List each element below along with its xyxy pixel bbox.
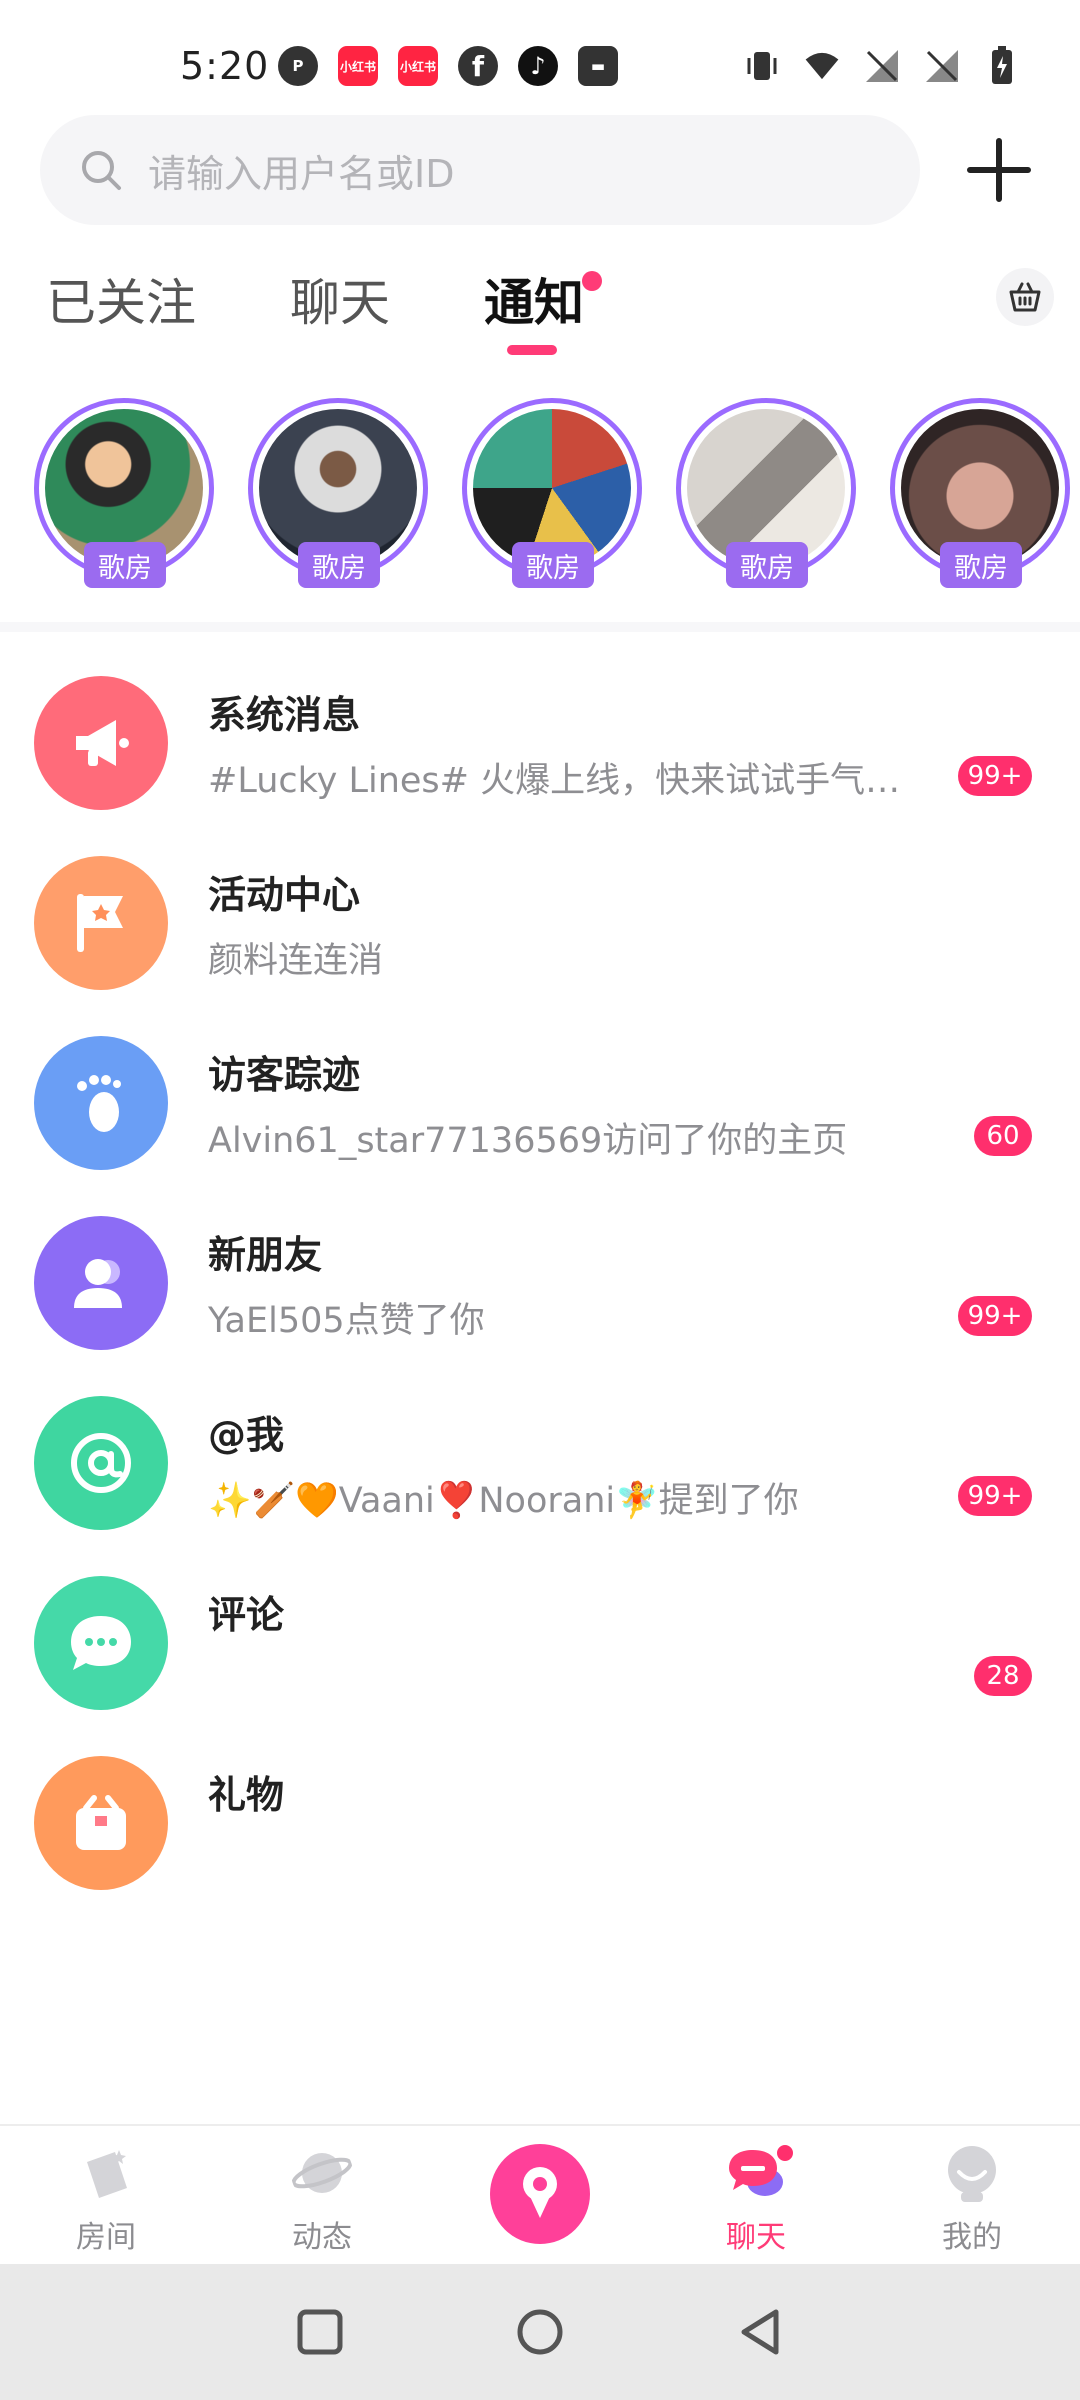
basket-icon bbox=[1009, 282, 1041, 312]
notification-title: 新朋友 bbox=[208, 1233, 323, 1277]
nav-label: 聊天 bbox=[726, 2220, 786, 2255]
room-avatar[interactable]: 歌房 bbox=[462, 398, 642, 588]
unread-count-badge: 60 bbox=[974, 1116, 1032, 1156]
section-divider bbox=[0, 622, 1080, 632]
system-navigation-bar bbox=[0, 2264, 1080, 2400]
bottom-nav: 房间 动态 聊天 我的 bbox=[0, 2124, 1080, 2264]
footprint-icon bbox=[34, 1036, 168, 1170]
notification-icons: P 小红书 小红书 f ♪ ▬ bbox=[278, 46, 618, 86]
notification-title: 评论 bbox=[208, 1593, 285, 1637]
room-icon bbox=[87, 2150, 127, 2198]
unread-dot bbox=[582, 271, 602, 291]
notification-subtitle: YaEl505点赞了你 bbox=[208, 1301, 485, 1341]
add-icon[interactable] bbox=[964, 135, 1034, 205]
room-badge: 歌房 bbox=[84, 542, 166, 588]
tiktok-icon: ♪ bbox=[518, 46, 558, 86]
notification-title: 活动中心 bbox=[208, 873, 361, 917]
recents-icon[interactable] bbox=[292, 2304, 348, 2360]
room-avatar[interactable]: 歌房 bbox=[676, 398, 856, 588]
nav-item-chat[interactable]: 聊天 bbox=[686, 2142, 826, 2256]
at-icon bbox=[34, 1396, 168, 1530]
unread-count-badge: 99+ bbox=[958, 756, 1032, 796]
notification-item-gifts[interactable]: 礼物 bbox=[0, 1756, 1080, 1936]
vibrate-icon bbox=[744, 46, 780, 86]
status-bar: 5:20 P 小红书 小红书 f ♪ ▬ bbox=[0, 0, 1080, 110]
unread-dot bbox=[774, 2142, 796, 2164]
store-button[interactable] bbox=[996, 268, 1054, 326]
nav-label: 房间 bbox=[76, 2220, 136, 2255]
tab-chat[interactable]: 聊天 bbox=[290, 263, 390, 335]
p-icon: P bbox=[278, 46, 318, 86]
unread-count-badge: 99+ bbox=[958, 1476, 1032, 1516]
room-avatars: 歌房 歌房 歌房 歌房 歌房 bbox=[0, 398, 1080, 598]
notification-item-mentions[interactable]: @我 ✨🏏🧡Vaani❣️Noorani🧚提到了你 99+ bbox=[0, 1396, 1080, 1576]
room-badge: 歌房 bbox=[512, 542, 594, 588]
notification-subtitle: Alvin61_star77136569访问了你的主页 bbox=[208, 1121, 848, 1161]
notification-item-comments[interactable]: 评论 28 bbox=[0, 1576, 1080, 1756]
active-tab-indicator bbox=[507, 345, 557, 355]
xiaohongshu-icon: 小红书 bbox=[398, 46, 438, 86]
notification-subtitle: ✨🏏🧡Vaani❣️Noorani🧚提到了你 bbox=[208, 1481, 799, 1521]
notification-item-new-friends[interactable]: 新朋友 YaEl505点赞了你 99+ bbox=[0, 1216, 1080, 1396]
room-badge: 歌房 bbox=[298, 542, 380, 588]
no-signal-icon bbox=[864, 46, 900, 86]
notification-title: 系统消息 bbox=[208, 693, 361, 737]
tab-bar: 已关注 聊天 通知 bbox=[0, 255, 1080, 365]
tab-notifications[interactable]: 通知 bbox=[484, 263, 584, 335]
megaphone-icon bbox=[34, 676, 168, 810]
back-icon[interactable] bbox=[732, 2304, 788, 2360]
notification-item-visitors[interactable]: 访客踪迹 Alvin61_star77136569访问了你的主页 60 bbox=[0, 1036, 1080, 1216]
flag-icon bbox=[34, 856, 168, 990]
nav-item-moments[interactable]: 动态 bbox=[252, 2142, 392, 2256]
facebook-icon: f bbox=[458, 46, 498, 86]
system-status-icons bbox=[744, 46, 1020, 86]
notification-subtitle: 颜料连连消 bbox=[208, 941, 384, 981]
tab-following[interactable]: 已关注 bbox=[46, 263, 196, 335]
nav-item-rooms[interactable]: 房间 bbox=[36, 2142, 176, 2256]
notification-item-activity[interactable]: 活动中心 颜料连连消 bbox=[0, 856, 1080, 1036]
notification-title: @我 bbox=[208, 1413, 285, 1457]
home-icon[interactable] bbox=[512, 2304, 568, 2360]
room-avatar[interactable]: 歌房 bbox=[34, 398, 214, 588]
battery-charging-icon bbox=[984, 46, 1020, 86]
wifi-icon bbox=[804, 46, 840, 86]
nav-item-me[interactable]: 我的 bbox=[902, 2142, 1042, 2256]
nav-label: 动态 bbox=[292, 2220, 352, 2255]
profile-icon bbox=[948, 2146, 996, 2202]
room-badge: 歌房 bbox=[726, 542, 808, 588]
search-bar[interactable]: 请输入用户名或ID bbox=[40, 115, 920, 225]
person-icon bbox=[34, 1216, 168, 1350]
search-input[interactable]: 请输入用户名或ID bbox=[148, 143, 454, 198]
comment-icon bbox=[34, 1576, 168, 1710]
notification-subtitle: #Lucky Lines# 火爆上线，快来试试手气，… bbox=[208, 761, 928, 801]
notification-item-system[interactable]: 系统消息 #Lucky Lines# 火爆上线，快来试试手气，… 99+ bbox=[0, 676, 1080, 856]
search-icon bbox=[82, 151, 121, 190]
status-time: 5:20 bbox=[180, 44, 270, 88]
unread-count-badge: 99+ bbox=[958, 1296, 1032, 1336]
no-signal-icon bbox=[924, 46, 960, 86]
inbox-icon: ▬ bbox=[578, 46, 618, 86]
notification-title: 礼物 bbox=[208, 1773, 285, 1817]
nav-label: 我的 bbox=[942, 2220, 1002, 2255]
gift-icon bbox=[34, 1756, 168, 1890]
notification-title: 访客踪迹 bbox=[208, 1053, 361, 1097]
room-avatar[interactable]: 歌房 bbox=[248, 398, 428, 588]
planet-icon bbox=[291, 2153, 353, 2193]
xiaohongshu-icon: 小红书 bbox=[338, 46, 378, 86]
room-badge: 歌房 bbox=[940, 542, 1022, 588]
room-avatar[interactable]: 歌房 bbox=[890, 398, 1070, 588]
live-mic-button[interactable] bbox=[490, 2144, 590, 2244]
microphone-icon bbox=[523, 2167, 557, 2218]
unread-count-badge: 28 bbox=[974, 1656, 1032, 1696]
